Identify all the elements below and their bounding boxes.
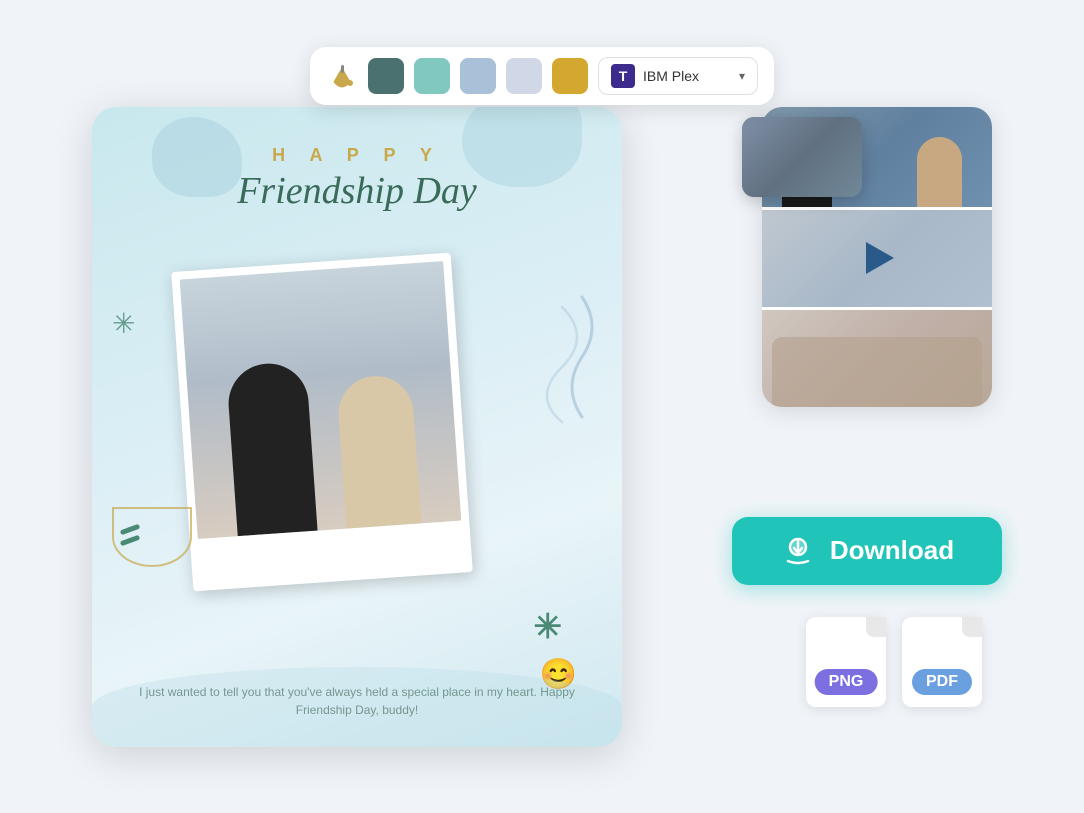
color-swatch-light-blue[interactable] xyxy=(460,58,496,94)
pdf-file-icon: PDF xyxy=(902,617,982,707)
polaroid-frame xyxy=(171,252,473,591)
chevron-down-icon: ▾ xyxy=(739,69,745,83)
file-format-buttons: PNG PDF xyxy=(806,617,982,707)
toolbar: T IBM Plex ▾ xyxy=(310,47,774,105)
gold-curve-decoration xyxy=(112,507,192,567)
design-card: H A P P Y Friendship Day ✳ 😊 ✳ I just wa… xyxy=(92,107,622,747)
color-swatch-dark-teal[interactable] xyxy=(368,58,404,94)
curl-decoration xyxy=(512,287,602,427)
happy-text: H A P P Y xyxy=(92,145,622,166)
photo-item-2[interactable] xyxy=(762,207,992,307)
pdf-badge: PDF xyxy=(912,669,972,695)
download-button[interactable]: Download xyxy=(732,517,1002,585)
download-label: Download xyxy=(830,535,954,566)
floating-photo xyxy=(742,117,862,197)
paint-bucket-icon[interactable] xyxy=(326,60,358,92)
font-name-label: IBM Plex xyxy=(643,68,731,84)
play-button[interactable] xyxy=(855,236,899,280)
color-swatch-light-gray-blue[interactable] xyxy=(506,58,542,94)
asterisk-decoration-left: ✳ xyxy=(112,307,135,340)
polaroid-photo xyxy=(180,261,461,539)
png-file-button[interactable]: PNG xyxy=(806,617,886,707)
photo-item-3[interactable] xyxy=(762,307,992,407)
download-icon xyxy=(780,533,816,569)
pdf-file-button[interactable]: PDF xyxy=(902,617,982,707)
friendship-day-title: Friendship Day xyxy=(92,169,622,213)
play-triangle-icon xyxy=(866,242,894,274)
font-selector[interactable]: T IBM Plex ▾ xyxy=(598,57,758,95)
bottom-wave-decoration xyxy=(92,667,622,747)
photo-bg-3 xyxy=(762,310,992,407)
asterisk-decoration-bottom: ✳ xyxy=(534,607,563,647)
color-swatch-light-teal[interactable] xyxy=(414,58,450,94)
png-badge: PNG xyxy=(815,669,878,695)
main-container: T IBM Plex ▾ H A P P Y Friendship Day ✳ … xyxy=(92,47,992,767)
font-t-icon: T xyxy=(611,64,635,88)
png-file-icon: PNG xyxy=(806,617,886,707)
color-swatch-gold[interactable] xyxy=(552,58,588,94)
